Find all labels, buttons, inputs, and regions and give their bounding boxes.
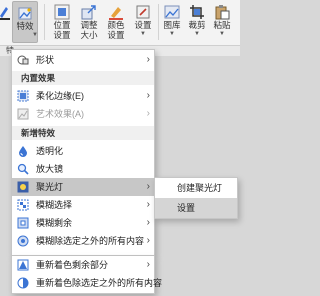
position-icon xyxy=(54,4,70,20)
menu-item-label: 模糊剩余 xyxy=(36,218,73,228)
recolor-except-icon xyxy=(17,277,29,289)
menu-item-art-effect[interactable]: 艺术效果(A) › xyxy=(12,105,154,123)
chevron-right-icon: › xyxy=(146,235,150,246)
gallery-button[interactable]: 图库 ▼ xyxy=(160,1,184,43)
menu-item-label: 重新着色除选定之外的所有内容 xyxy=(36,278,163,288)
menu-item-shape[interactable]: 形状 › xyxy=(12,51,154,69)
art-effect-icon xyxy=(17,108,29,120)
menu-item-label: 透明化 xyxy=(36,146,64,156)
menu-item-recolor-rest[interactable]: 重新着色剩余部分 › xyxy=(12,256,154,274)
paste-label: 粘贴 xyxy=(213,20,231,30)
gallery-icon xyxy=(164,4,180,20)
resize-button[interactable]: 调整 大小 xyxy=(77,1,101,43)
effects-button[interactable]: 特效 ▼ xyxy=(12,1,38,43)
color-settings-label: 颜色 设置 xyxy=(107,20,125,40)
submenu-item-settings[interactable]: 设置 xyxy=(155,198,237,218)
transparency-icon xyxy=(17,145,29,157)
chevron-down-icon: ▼ xyxy=(219,31,225,37)
magnifier-icon xyxy=(17,163,29,175)
crop-label: 裁剪 xyxy=(188,20,206,30)
menu-item-blur-rest[interactable]: 模糊剩余 › xyxy=(12,214,154,232)
menu-item-label: 柔化边缘(E) xyxy=(36,91,84,101)
paste-button[interactable]: 粘贴 ▼ xyxy=(210,1,234,43)
effects-menu-continued: 重新着色剩余部分 › 重新着色除选定之外的所有内容 › xyxy=(11,256,162,294)
chevron-right-icon: › xyxy=(146,217,150,228)
ribbon-separator xyxy=(44,4,45,40)
menu-item-label: 模糊除选定之外的所有内容 xyxy=(36,236,145,246)
soft-edge-icon xyxy=(17,90,29,102)
paste-icon xyxy=(214,4,230,20)
chevron-down-icon: ▼ xyxy=(140,31,146,37)
effects-label: 特效 xyxy=(16,21,34,31)
outline-button[interactable] xyxy=(0,1,12,43)
menu-item-soft-edge[interactable]: 柔化边缘(E) › xyxy=(12,87,154,105)
effects-icon xyxy=(17,5,33,21)
spotlight-submenu: 创建聚光灯 设置 xyxy=(154,177,238,219)
recolor-rest-icon xyxy=(17,259,29,271)
menu-item-label: 聚光灯 xyxy=(36,182,64,192)
chevron-right-icon: › xyxy=(146,90,150,101)
blur-except-icon xyxy=(17,235,29,247)
menu-item-magnifier[interactable]: 放大镜 xyxy=(12,160,154,178)
settings-label: 设置 xyxy=(134,20,152,30)
chevron-down-icon: ▼ xyxy=(194,31,200,37)
color-icon xyxy=(108,4,124,20)
settings-button[interactable]: 设置 ▼ xyxy=(131,1,155,43)
ribbon: 特效 ▼ 位置 设置 调整 大小 颜色 设置 设置 ▼ 图库 ▼ 裁剪 ▼ 粘贴… xyxy=(0,0,240,46)
chevron-right-icon: › xyxy=(146,54,150,65)
menu-item-recolor-except[interactable]: 重新着色除选定之外的所有内容 › xyxy=(12,274,162,292)
effects-menu: 形状 › 内置效果 柔化边缘(E) › 艺术效果(A) › 新增特效 透明化 放… xyxy=(11,49,155,256)
menu-item-spotlight[interactable]: 聚光灯 › xyxy=(12,178,154,196)
resize-icon xyxy=(81,4,97,20)
ribbon-separator xyxy=(158,4,159,40)
chevron-down-icon: ▼ xyxy=(32,32,38,38)
blur-rest-icon xyxy=(17,217,29,229)
submenu-item-create-spotlight[interactable]: 创建聚光灯 xyxy=(155,178,237,198)
chevron-right-icon: › xyxy=(146,277,150,288)
shape-icon xyxy=(17,54,29,66)
menu-item-label: 形状 xyxy=(36,55,55,65)
chevron-down-icon: ▼ xyxy=(169,31,175,37)
menu-item-label: 放大镜 xyxy=(36,164,64,174)
chevron-right-icon: › xyxy=(146,181,150,192)
crop-icon xyxy=(189,4,205,20)
menu-item-label: 艺术效果(A) xyxy=(36,109,84,119)
chevron-right-icon: › xyxy=(146,259,150,270)
chevron-right-icon: › xyxy=(146,199,150,210)
position-label: 位置 设置 xyxy=(53,20,71,40)
position-button[interactable]: 位置 设置 xyxy=(50,1,74,43)
resize-label: 调整 大小 xyxy=(80,20,98,40)
menu-item-label: 模糊选择 xyxy=(36,200,73,210)
spotlight-icon xyxy=(17,181,29,193)
section-header-builtin: 内置效果 xyxy=(12,71,154,85)
menu-item-blur-select[interactable]: 模糊选择 › xyxy=(12,196,154,214)
gallery-label: 图库 xyxy=(163,20,181,30)
settings-icon xyxy=(135,4,151,20)
section-header-new: 新增特效 xyxy=(12,126,154,140)
crop-button[interactable]: 裁剪 ▼ xyxy=(185,1,209,43)
blur-select-icon xyxy=(17,199,29,211)
menu-item-label: 重新着色剩余部分 xyxy=(36,260,109,270)
menu-item-blur-except[interactable]: 模糊除选定之外的所有内容 › xyxy=(12,232,154,250)
color-settings-button[interactable]: 颜色 设置 xyxy=(104,1,128,43)
menu-item-transparency[interactable]: 透明化 xyxy=(12,142,154,160)
chevron-right-icon: › xyxy=(146,108,150,119)
